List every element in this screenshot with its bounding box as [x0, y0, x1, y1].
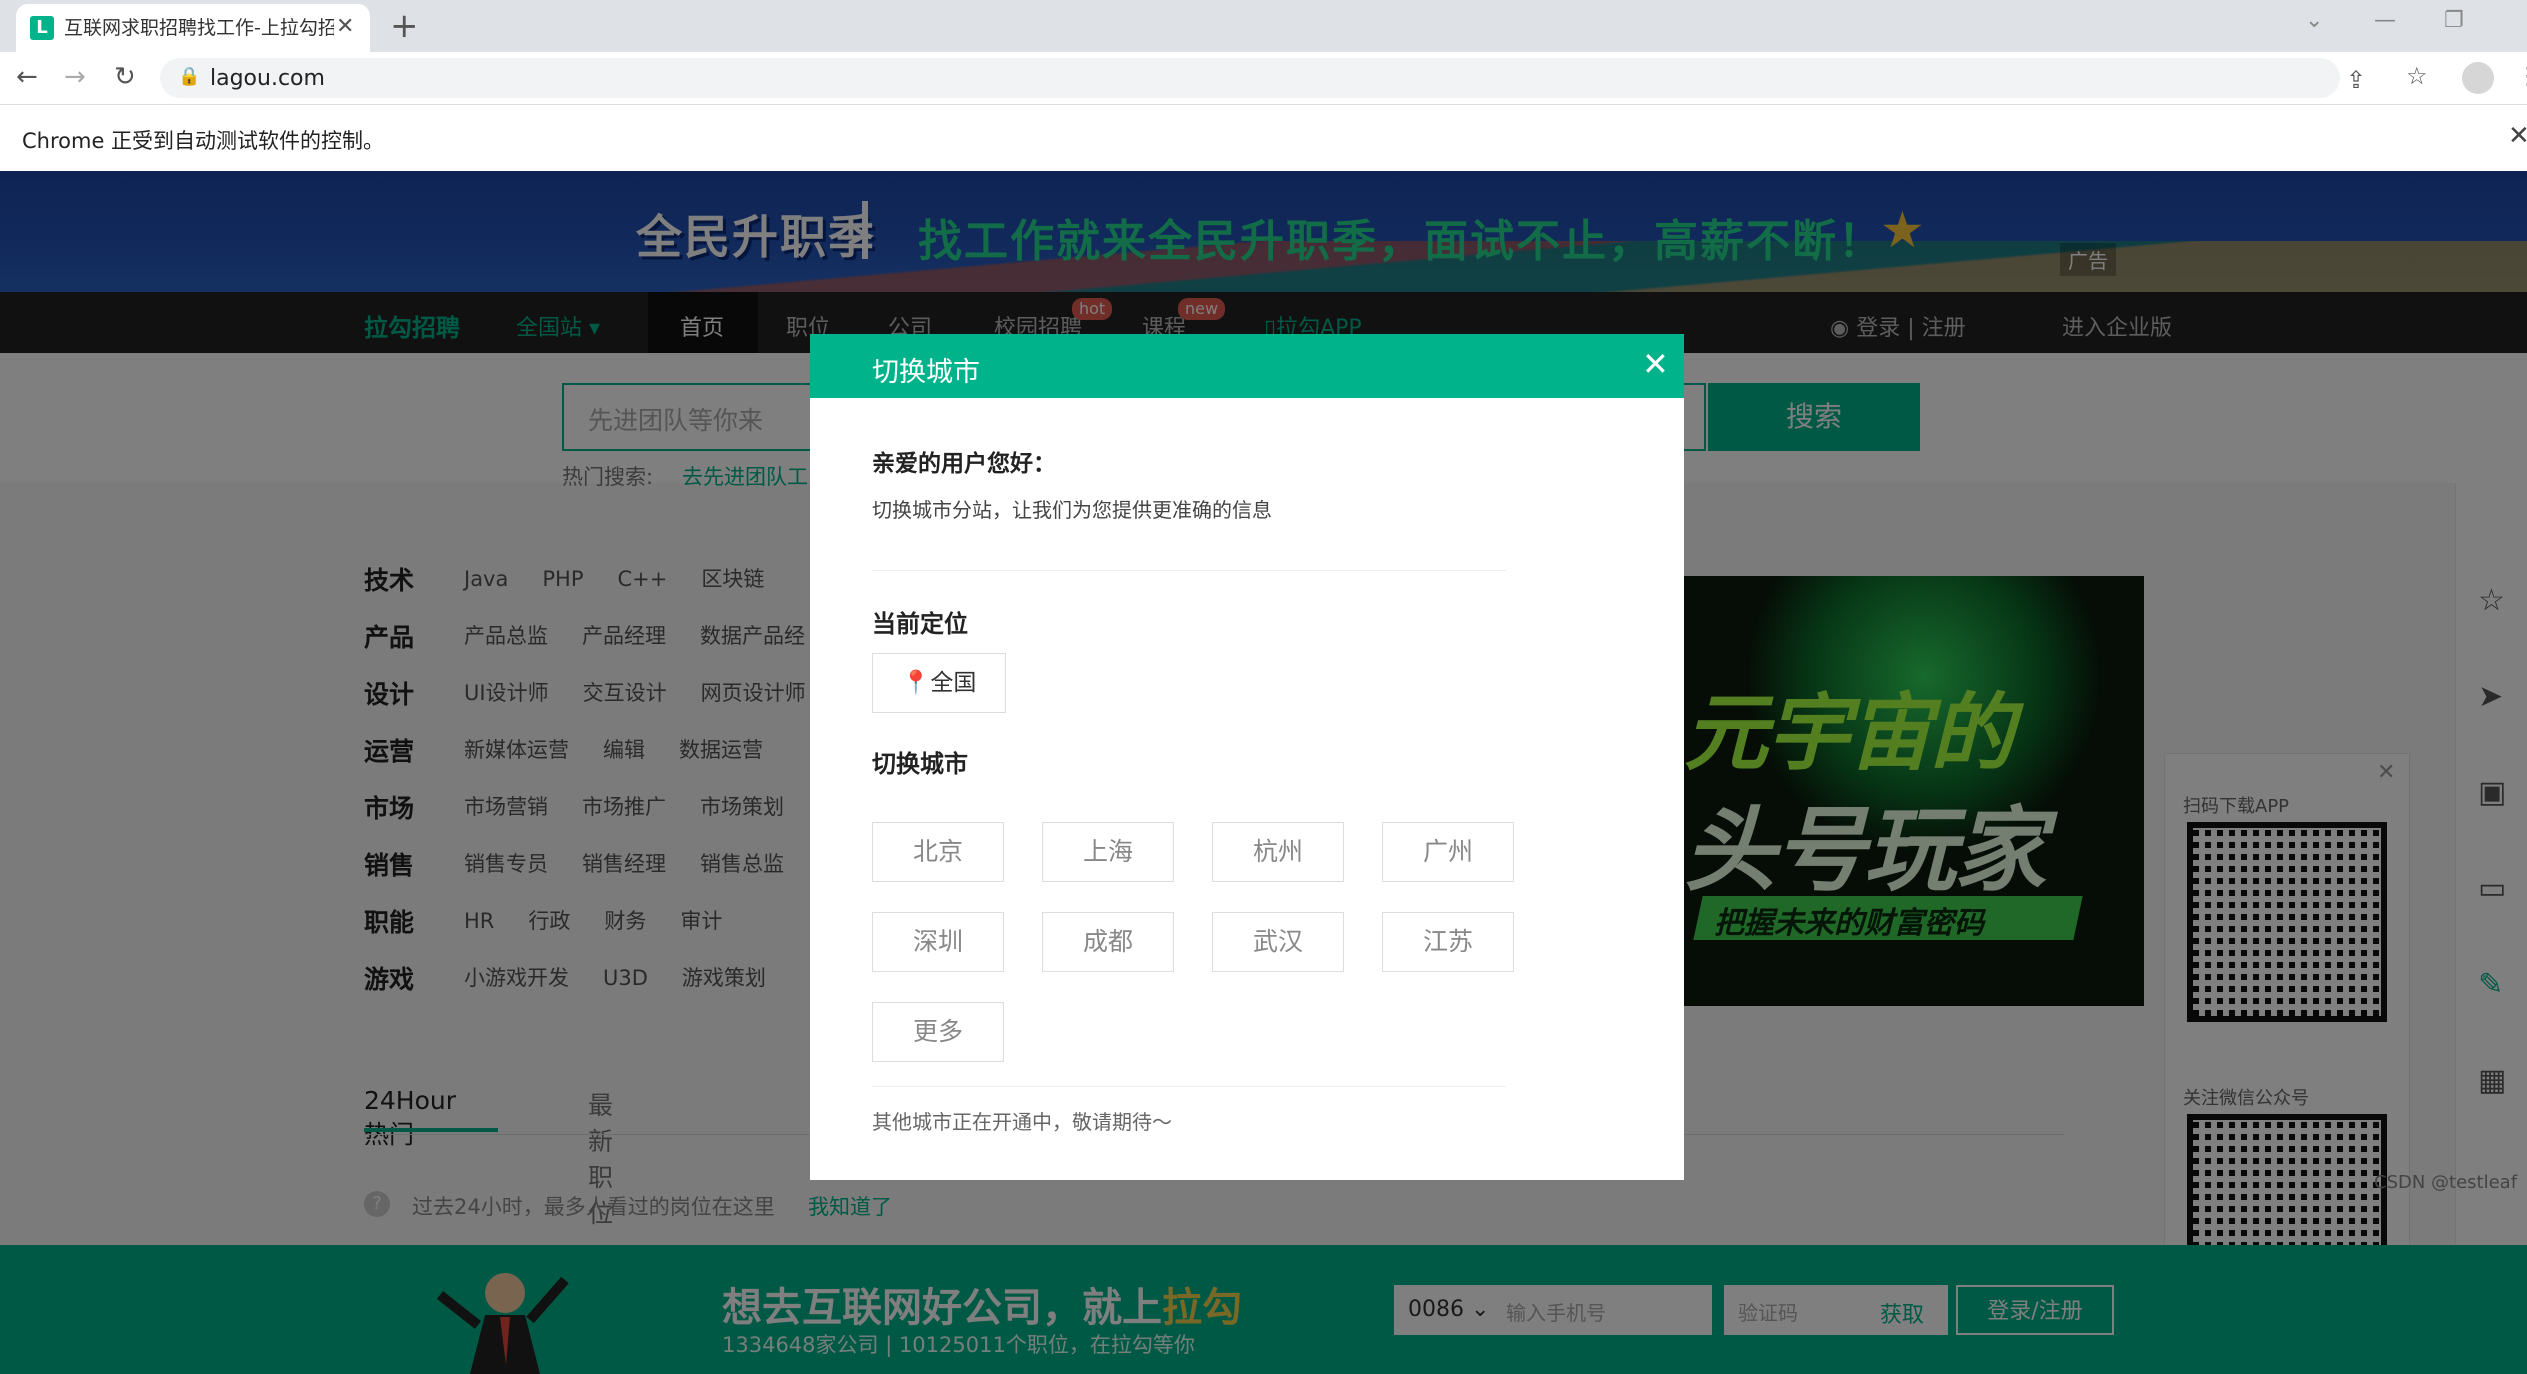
- current-city-label: 全国: [930, 670, 977, 696]
- menu-icon[interactable]: ⋮: [2516, 62, 2527, 90]
- lock-icon[interactable]: 🔒: [178, 66, 200, 87]
- modal-header: 切换城市 ✕: [810, 334, 1684, 398]
- forward-icon[interactable]: →: [64, 62, 86, 92]
- profile-avatar-icon[interactable]: [2462, 62, 2494, 94]
- divider: [872, 1086, 1506, 1087]
- new-tab-icon[interactable]: +: [390, 6, 419, 46]
- city-button-wuhan[interactable]: 武汉: [1212, 912, 1344, 972]
- infobar-close-icon[interactable]: ✕: [2508, 121, 2527, 151]
- lagou-favicon-icon: L: [30, 16, 54, 40]
- divider: [872, 570, 1506, 571]
- close-icon[interactable]: ✕: [1642, 346, 1669, 382]
- city-button-chengdu[interactable]: 成都: [1042, 912, 1174, 972]
- city-switch-modal: 切换城市 ✕ 亲爱的用户您好： 切换城市分站，让我们为您提供更准确的信息 当前定…: [810, 334, 1684, 1180]
- browser-tab[interactable]: L 互联网求职招聘找工作-上拉勾招 ✕: [16, 4, 370, 52]
- omnibox[interactable]: 🔒 lagou.com ⇪: [160, 58, 2366, 98]
- share-icon[interactable]: ⇪: [2346, 66, 2366, 94]
- tab-close-icon[interactable]: ✕: [336, 14, 354, 39]
- city-button-hangzhou[interactable]: 杭州: [1212, 822, 1344, 882]
- address-bar-row: ← → ↻ 🔒 lagou.com ⇪ ☆ ⋮: [0, 52, 2527, 105]
- back-icon[interactable]: ←: [16, 62, 38, 92]
- city-button-shanghai[interactable]: 上海: [1042, 822, 1174, 882]
- modal-footer-note: 其他城市正在开通中，敬请期待～: [872, 1110, 1172, 1134]
- current-location-label: 当前定位: [872, 610, 968, 638]
- current-city-button[interactable]: 📍全国: [872, 653, 1006, 713]
- city-button-beijing[interactable]: 北京: [872, 822, 1004, 882]
- city-button-shenzhen[interactable]: 深圳: [872, 912, 1004, 972]
- city-button-jiangsu[interactable]: 江苏: [1382, 912, 1514, 972]
- switch-city-label: 切换城市: [872, 750, 968, 778]
- location-pin-icon: 📍: [901, 670, 931, 696]
- tab-search-icon[interactable]: ⌄: [2305, 8, 2323, 33]
- automation-notice: Chrome 正受到自动测试软件的控制。: [22, 129, 385, 153]
- reload-icon[interactable]: ↻: [114, 62, 136, 92]
- bookmark-star-icon[interactable]: ☆: [2406, 62, 2428, 90]
- csdn-watermark: CSDN @testleaf: [2374, 1172, 2518, 1193]
- automation-infobar: Chrome 正受到自动测试软件的控制。 ✕: [0, 105, 2527, 172]
- tab-title: 互联网求职招聘找工作-上拉勾招: [64, 17, 334, 39]
- minimize-icon[interactable]: —: [2374, 8, 2396, 33]
- city-button-guangzhou[interactable]: 广州: [1382, 822, 1514, 882]
- city-button-more[interactable]: 更多: [872, 1002, 1004, 1062]
- restore-icon[interactable]: ❐: [2444, 8, 2464, 33]
- greeting-description: 切换城市分站，让我们为您提供更准确的信息: [872, 498, 1272, 522]
- url-text[interactable]: lagou.com: [210, 66, 325, 91]
- greeting: 亲爱的用户您好：: [872, 451, 1056, 477]
- browser-tab-bar: L 互联网求职招聘找工作-上拉勾招 ✕ + ⌄ — ❐: [0, 0, 2527, 52]
- modal-title: 切换城市: [872, 357, 980, 388]
